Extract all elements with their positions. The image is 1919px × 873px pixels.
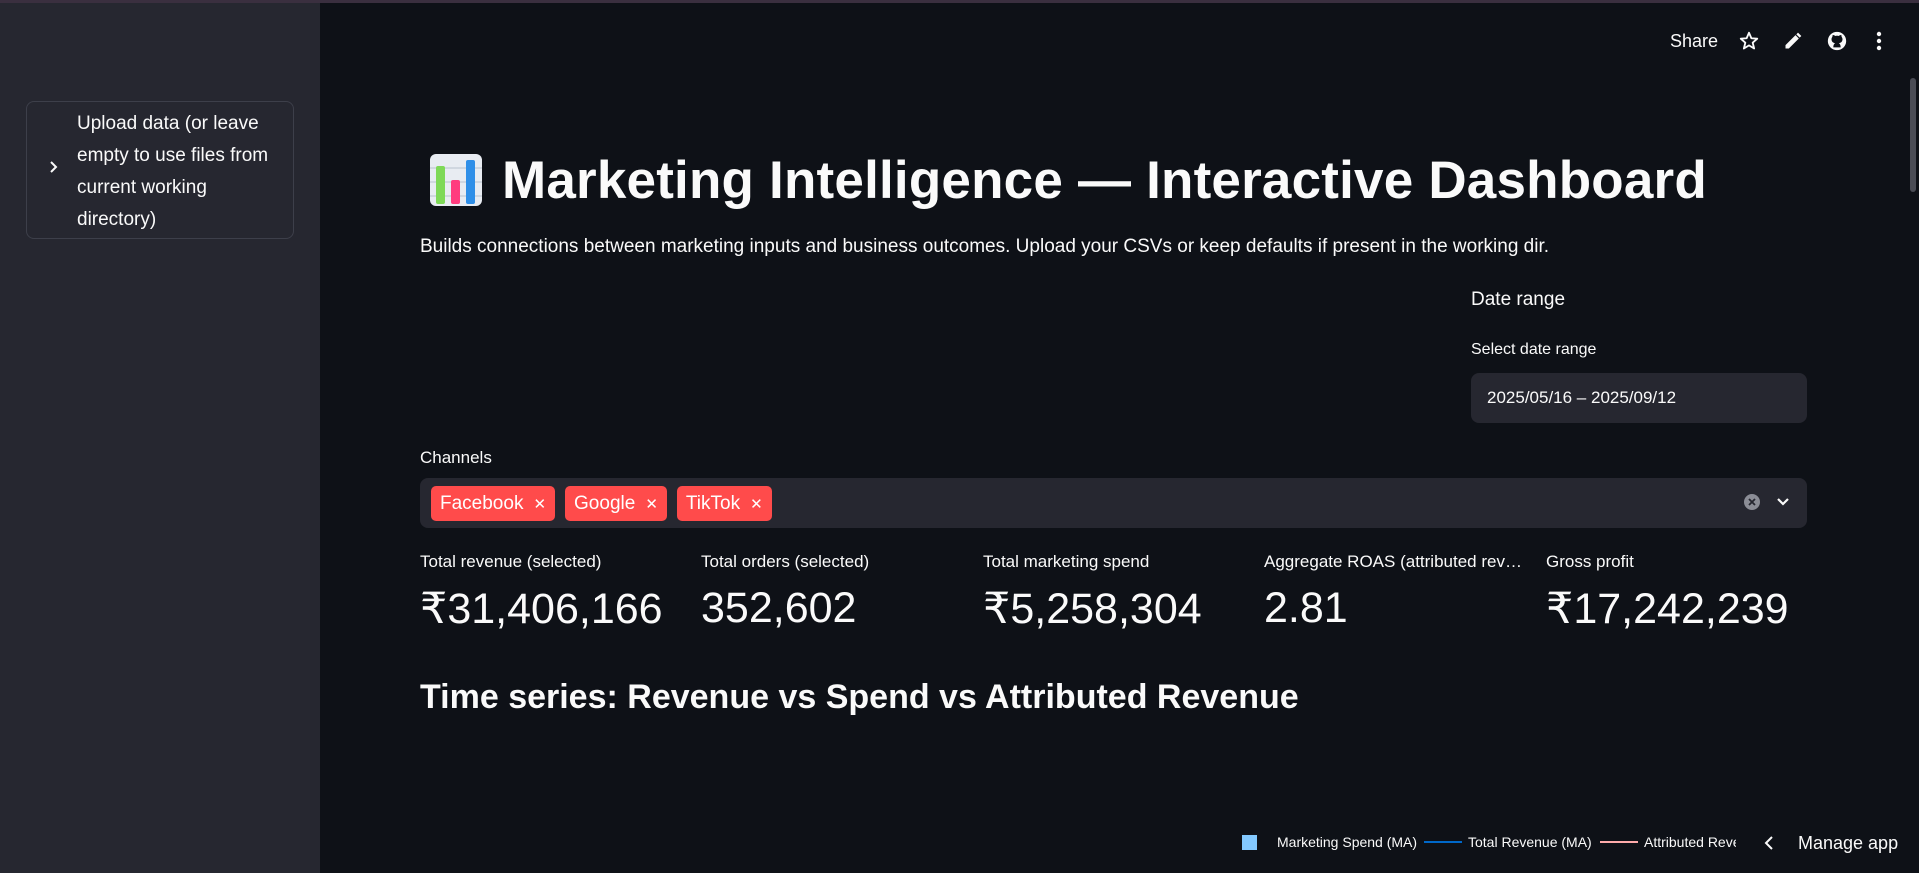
metric-total-revenue: Total revenue (selected) ₹31,406,166 <box>420 552 690 634</box>
legend-label-attributed-revenue: Attributed Revenue (MA) <box>1644 834 1736 850</box>
legend-label-marketing-spend: Marketing Spend (MA) <box>1277 834 1418 850</box>
metric-value: 352,602 <box>701 584 857 632</box>
metric-label: Total revenue (selected) <box>420 552 602 571</box>
timeseries-section-title: Time series: Revenue vs Spend vs Attribu… <box>420 678 1299 716</box>
channel-tag-google[interactable]: Google ✕ <box>565 486 667 521</box>
channel-tag-label: Facebook <box>440 492 524 514</box>
metric-aggregate-roas: Aggregate ROAS (attributed revenue / spe… <box>1264 552 1534 633</box>
manage-app-button[interactable]: Manage app <box>1762 830 1898 856</box>
remove-tag-icon[interactable]: ✕ <box>645 495 658 513</box>
channel-tag-tiktok[interactable]: TikTok ✕ <box>676 486 772 521</box>
metric-label: Total marketing spend <box>983 552 1150 571</box>
metric-total-orders: Total orders (selected) 352,602 <box>701 552 971 633</box>
pencil-icon <box>1785 32 1802 49</box>
legend-swatch-attributed-revenue <box>1600 841 1638 843</box>
metric-label: Aggregate ROAS (attributed revenue / spe… <box>1264 552 1529 571</box>
metric-value: 2.81 <box>1264 584 1348 632</box>
upload-data-expander[interactable]: Upload data (or leave empty to use files… <box>26 101 294 239</box>
metric-gross-profit: Gross profit ₹17,242,239 <box>1546 552 1816 634</box>
metric-label: Total orders (selected) <box>701 552 870 571</box>
legend-label-total-revenue: Total Revenue (MA) <box>1468 834 1592 850</box>
metric-total-marketing-spend: Total marketing spend ₹5,258,304 <box>983 552 1253 634</box>
channel-tag-label: TikTok <box>685 492 741 514</box>
clear-all-icon[interactable] <box>1743 493 1761 511</box>
metric-value: ₹5,258,304 <box>983 585 1202 633</box>
share-button[interactable]: Share <box>1670 28 1718 54</box>
github-button[interactable] <box>1824 28 1850 54</box>
channel-tag-facebook[interactable]: Facebook ✕ <box>431 486 556 521</box>
legend-swatch-marketing-spend <box>1242 834 1257 850</box>
chevron-down-icon[interactable] <box>1774 493 1792 511</box>
remove-tag-icon[interactable]: ✕ <box>750 495 763 513</box>
upload-expander-label: Upload data (or leave empty to use files… <box>77 113 269 230</box>
chevron-right-icon <box>50 161 58 173</box>
edit-button[interactable] <box>1780 28 1806 54</box>
channel-tag-label: Google <box>574 492 636 514</box>
remove-tag-icon[interactable]: ✕ <box>533 495 546 513</box>
legend-swatch-total-revenue <box>1424 841 1462 843</box>
page-title-text: Marketing Intelligence — Interactive Das… <box>502 150 1707 210</box>
channels-multiselect[interactable]: Facebook ✕ Google ✕ TikTok ✕ <box>420 478 1807 528</box>
star-button[interactable] <box>1736 28 1762 54</box>
metric-value: ₹31,406,166 <box>420 585 663 633</box>
star-icon <box>1739 31 1759 50</box>
bar-chart-emoji-icon <box>430 154 482 206</box>
github-icon <box>1827 31 1847 51</box>
date-range-input[interactable]: 2025/05/16 – 2025/09/12 <box>1471 373 1807 423</box>
more-vertical-icon <box>1876 31 1882 51</box>
page-subtitle: Builds connections between marketing inp… <box>420 236 1550 257</box>
channels-label: Channels <box>420 448 492 467</box>
main-menu-button[interactable] <box>1866 28 1892 54</box>
date-range-input-label: Select date range <box>1471 341 1597 358</box>
page-title: Marketing Intelligence — Interactive Das… <box>428 150 1707 210</box>
chart-legend: Marketing Spend (MA) Total Revenue (MA) … <box>1236 826 1736 856</box>
sidebar: Upload data (or leave empty to use files… <box>0 3 320 873</box>
chevron-left-icon <box>1764 836 1773 850</box>
date-range-heading: Date range <box>1471 289 1566 310</box>
metric-label: Gross profit <box>1546 552 1634 571</box>
manage-app-label: Manage app <box>1798 832 1899 853</box>
scrollbar[interactable] <box>1910 78 1916 192</box>
metric-value: ₹17,242,239 <box>1546 585 1789 633</box>
